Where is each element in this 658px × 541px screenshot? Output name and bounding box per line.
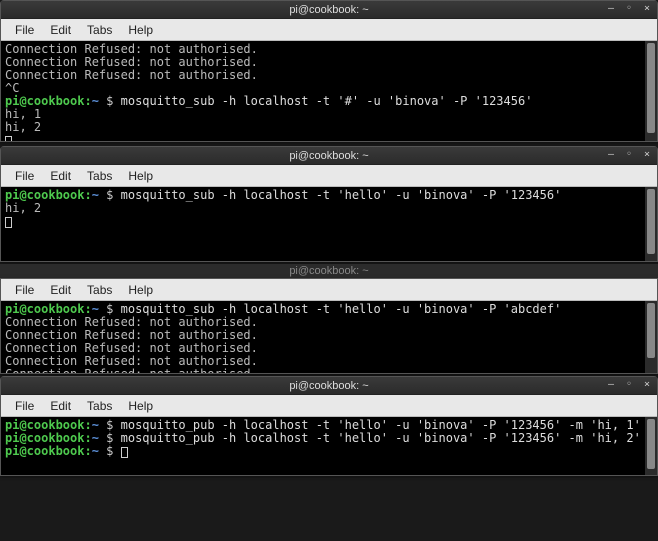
terminal-output[interactable]: pi@cookbook:~ $ mosquitto_pub -h localho… — [1, 417, 645, 475]
menu-tabs[interactable]: Tabs — [79, 281, 120, 299]
cursor-icon — [5, 217, 12, 228]
minimize-icon[interactable]: – — [605, 379, 617, 391]
menubar: File Edit Tabs Help — [1, 279, 657, 301]
cursor-icon — [5, 136, 12, 141]
scroll-thumb[interactable] — [647, 43, 655, 133]
scroll-thumb[interactable] — [647, 303, 655, 358]
scroll-thumb[interactable] — [647, 189, 655, 254]
terminal-window-1: pi@cookbook: ~ – ◦ × File Edit Tabs Help… — [0, 0, 658, 142]
menu-help[interactable]: Help — [120, 397, 161, 415]
window-controls: – ◦ × — [605, 3, 653, 15]
maximize-icon[interactable]: ◦ — [623, 3, 635, 15]
menu-tabs[interactable]: Tabs — [79, 167, 120, 185]
minimize-icon[interactable]: – — [605, 3, 617, 15]
menu-edit[interactable]: Edit — [42, 281, 79, 299]
menu-help[interactable]: Help — [120, 167, 161, 185]
menu-tabs[interactable]: Tabs — [79, 397, 120, 415]
menu-help[interactable]: Help — [120, 281, 161, 299]
maximize-icon[interactable]: ◦ — [623, 379, 635, 391]
menu-edit[interactable]: Edit — [42, 167, 79, 185]
menubar: File Edit Tabs Help — [1, 165, 657, 187]
menu-file[interactable]: File — [7, 167, 42, 185]
titlebar[interactable]: pi@cookbook: ~ – ◦ × — [1, 147, 657, 165]
cursor-icon — [121, 447, 128, 458]
window-title: pi@cookbook: ~ — [289, 380, 368, 392]
titlebar[interactable]: pi@cookbook: ~ – ◦ × — [1, 377, 657, 395]
close-icon[interactable]: × — [641, 149, 653, 161]
scrollbar[interactable] — [645, 301, 657, 373]
window-controls: – ◦ × — [605, 379, 653, 391]
terminal-window-4: pi@cookbook: ~ – ◦ × File Edit Tabs Help… — [0, 376, 658, 476]
menu-file[interactable]: File — [7, 281, 42, 299]
terminal-output[interactable]: pi@cookbook:~ $ mosquitto_sub -h localho… — [1, 187, 645, 261]
menubar: File Edit Tabs Help — [1, 19, 657, 41]
minimize-icon[interactable]: – — [605, 149, 617, 161]
scrollbar[interactable] — [645, 41, 657, 141]
menu-edit[interactable]: Edit — [42, 21, 79, 39]
titlebar[interactable]: pi@cookbook: ~ – ◦ × — [1, 1, 657, 19]
terminal-window-3: File Edit Tabs Help pi@cookbook:~ $ mosq… — [0, 278, 658, 374]
window-title: pi@cookbook: ~ — [289, 150, 368, 162]
menubar: File Edit Tabs Help — [1, 395, 657, 417]
scroll-thumb[interactable] — [647, 419, 655, 469]
close-icon[interactable]: × — [641, 379, 653, 391]
terminal-window-2: pi@cookbook: ~ – ◦ × File Edit Tabs Help… — [0, 146, 658, 262]
maximize-icon[interactable]: ◦ — [623, 149, 635, 161]
scrollbar[interactable] — [645, 187, 657, 261]
menu-file[interactable]: File — [7, 21, 42, 39]
terminal-output[interactable]: pi@cookbook:~ $ mosquitto_sub -h localho… — [1, 301, 645, 373]
window-controls: – ◦ × — [605, 149, 653, 161]
background-title: pi@cookbook: ~ — [0, 264, 658, 278]
terminal-output[interactable]: Connection Refused: not authorised. Conn… — [1, 41, 645, 141]
close-icon[interactable]: × — [641, 3, 653, 15]
menu-file[interactable]: File — [7, 397, 42, 415]
menu-help[interactable]: Help — [120, 21, 161, 39]
menu-tabs[interactable]: Tabs — [79, 21, 120, 39]
scrollbar[interactable] — [645, 417, 657, 475]
menu-edit[interactable]: Edit — [42, 397, 79, 415]
window-title: pi@cookbook: ~ — [289, 4, 368, 16]
